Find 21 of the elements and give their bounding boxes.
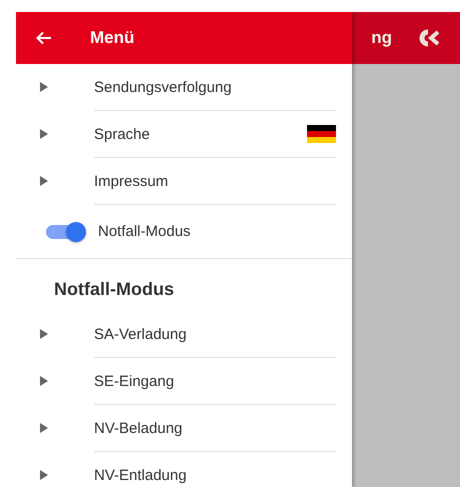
menu-item[interactable]: Sendungsverfolgung: [16, 64, 352, 111]
triangle-icon: [40, 470, 48, 480]
menu-item[interactable]: SA-Verladung: [16, 311, 352, 358]
menu-item[interactable]: SE-Eingang: [16, 358, 352, 405]
flag-icon: [307, 125, 336, 143]
menu-item[interactable]: Impressum: [16, 158, 352, 205]
triangle-icon: [40, 82, 48, 92]
section-heading: Notfall-Modus: [53, 278, 175, 301]
app-title: ng: [371, 28, 392, 48]
triangle-icon: [40, 129, 48, 139]
back-arrow-icon: [36, 31, 52, 45]
triangle-icon: [40, 376, 48, 386]
triangle-icon: [40, 176, 48, 186]
triangle-icon: [40, 423, 48, 433]
toggle-row[interactable]: Notfall-Modus: [16, 205, 352, 259]
triangle-icon: [40, 329, 48, 339]
toggle-switch[interactable]: [46, 224, 84, 238]
menu-item[interactable]: Sprache: [16, 111, 352, 158]
item-label: Notfall-Modus: [98, 223, 191, 240]
menu-item[interactable]: NV-Beladung: [16, 405, 352, 452]
drawer-title: Menü: [90, 28, 134, 48]
